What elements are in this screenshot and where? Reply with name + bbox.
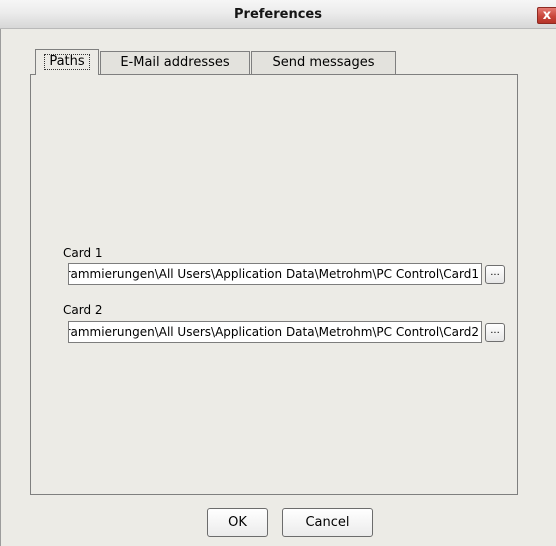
card1-label: Card 1 <box>63 246 103 260</box>
tab-paths-label: Paths <box>44 54 90 70</box>
card2-browse-label: ... <box>490 325 500 336</box>
window-title: Preferences <box>234 7 322 22</box>
card2-label: Card 2 <box>63 303 103 317</box>
tab-send-messages[interactable]: Send messages <box>251 51 396 74</box>
title-bar[interactable]: Preferences x <box>0 0 556 29</box>
cancel-button[interactable]: Cancel <box>282 508 373 537</box>
card2-path-input[interactable]: Pfad-Hilfsprogrammierungen\All Users\App… <box>68 321 482 343</box>
close-button[interactable]: x <box>537 7 556 24</box>
close-icon: x <box>542 8 552 23</box>
card1-path-input[interactable]: Pfad-Hilfsprogrammierungen\All Users\App… <box>68 263 482 285</box>
ok-button[interactable]: OK <box>207 508 268 537</box>
tab-email-addresses-label: E-Mail addresses <box>120 55 230 70</box>
window-border <box>0 29 1 546</box>
card1-browse-label: ... <box>490 267 500 278</box>
card2-path-value: Pfad-Hilfsprogrammierungen\All Users\App… <box>69 325 479 339</box>
tab-send-messages-label: Send messages <box>272 55 375 70</box>
card1-path-value: Pfad-Hilfsprogrammierungen\All Users\App… <box>69 267 479 281</box>
tab-paths[interactable]: Paths <box>35 49 99 75</box>
preferences-dialog: Preferences x Paths E-Mail addresses Sen… <box>0 0 556 546</box>
card2-browse-button[interactable]: ... <box>485 323 505 342</box>
card1-browse-button[interactable]: ... <box>485 265 505 284</box>
tab-email-addresses[interactable]: E-Mail addresses <box>100 51 250 74</box>
